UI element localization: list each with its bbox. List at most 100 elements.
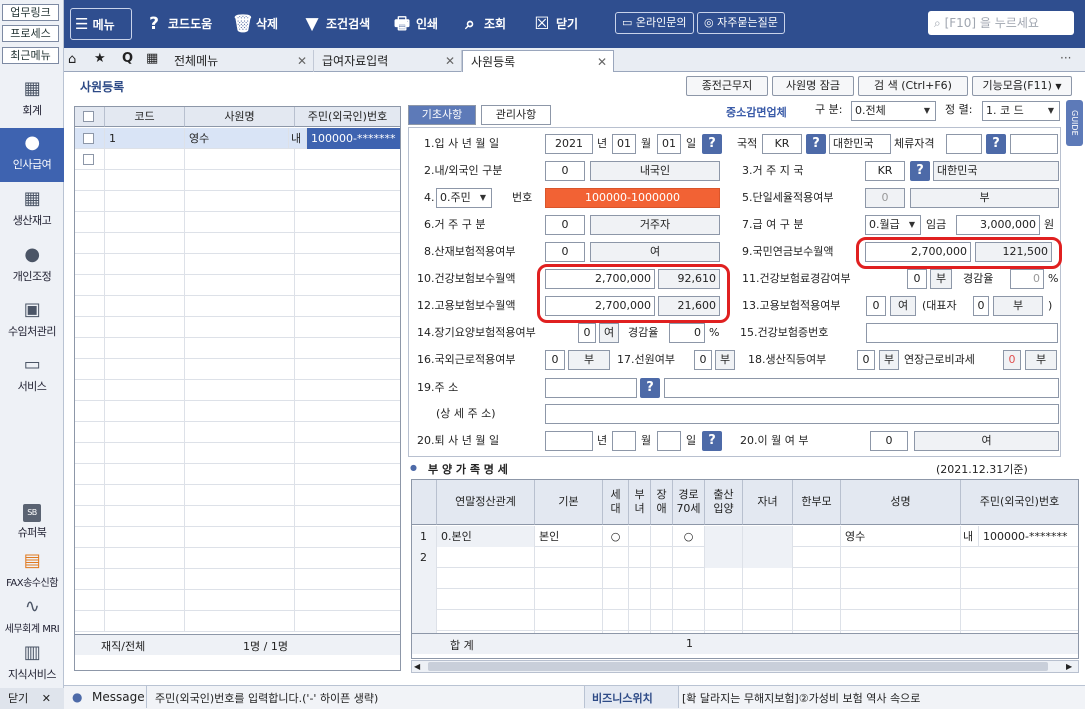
list-row[interactable] [75, 149, 400, 170]
single-rate-code-input[interactable]: 0 [865, 188, 905, 208]
arrow-right-icon[interactable]: ▶ [1066, 661, 1072, 672]
overtime-code-input[interactable]: 0 [1003, 350, 1021, 370]
list-item [75, 611, 400, 632]
nav-personal-adjust[interactable]: ● 개인조정 [0, 240, 64, 294]
nav-hr-payroll[interactable]: ● 인사급여 [0, 128, 64, 182]
functions-button[interactable]: 기능모음(F11) ▼ [972, 76, 1072, 96]
address-input[interactable] [664, 378, 1059, 398]
address-detail-input[interactable] [545, 404, 1059, 424]
close-button[interactable]: ☒ 닫기 [532, 9, 578, 39]
seaman-code-input[interactable]: 0 [694, 350, 712, 370]
prev-workplace-button[interactable]: 종전근무지 [686, 76, 768, 96]
resident-number-input[interactable]: 100000-1000000 [545, 188, 720, 208]
representative-code-input[interactable]: 0 [973, 296, 989, 316]
health-card-number-input[interactable] [866, 323, 1058, 343]
resign-year-input[interactable] [545, 431, 593, 451]
residency-code-input[interactable]: 0 [545, 215, 585, 235]
residence-country-input[interactable]: KR [865, 161, 905, 181]
question-icon[interactable]: ? [986, 134, 1006, 154]
resign-month-input[interactable] [612, 431, 636, 451]
question-icon[interactable]: ? [910, 161, 930, 181]
code-help-button[interactable]: ? 코드도움 [144, 9, 212, 39]
faq-button[interactable]: ◎ 자주묻는질문 [697, 12, 785, 34]
sort-select[interactable]: 1. 코 드 ▼ [982, 101, 1060, 121]
quick-search-icon[interactable]: Q [122, 51, 133, 66]
table-row[interactable]: 1 0.본인 본인 ○ ○ 영수 내 100000-******* [412, 526, 1078, 547]
chevron-down-icon: ▼ [479, 193, 487, 202]
hire-day-input[interactable]: 01 [657, 134, 681, 154]
tab-management-info[interactable]: 관리사항 [481, 105, 551, 125]
arrow-left-icon[interactable]: ◀ [414, 661, 420, 672]
category-select[interactable]: 0.전체 ▼ [851, 101, 936, 121]
scrollbar-thumb[interactable] [428, 662, 1048, 671]
question-icon[interactable]: ? [806, 134, 826, 154]
online-inquiry-button[interactable]: ▭ 온라인문의 [615, 12, 694, 34]
rail-close-button[interactable]: 닫기 ✕ [0, 688, 64, 709]
id-type-select[interactable]: 0.주민 ▼ [436, 188, 492, 208]
col-code: 코드 [105, 107, 185, 127]
more-icon[interactable]: ··· [1060, 51, 1071, 65]
filter-button[interactable]: ▼ 조건검색 [302, 9, 370, 39]
home-icon[interactable]: ⌂ [68, 52, 76, 67]
nav-accounting[interactable]: ▦ 회계 [0, 74, 64, 128]
carryover-code-input[interactable]: 0 [870, 431, 908, 451]
production-code-input[interactable]: 0 [857, 350, 875, 370]
tab-close-icon[interactable]: ✕ [445, 50, 455, 72]
work-link-button[interactable]: 업무링크 [2, 4, 59, 21]
ltc-rate-input[interactable]: 0 [669, 323, 705, 343]
hire-month-input[interactable]: 01 [612, 134, 636, 154]
wage-input[interactable]: 3,000,000 [956, 215, 1040, 235]
biz-watch-label[interactable]: 비즈니스위치 [592, 690, 653, 706]
tab-close-icon[interactable]: ✕ [297, 50, 307, 72]
ltc-code-input[interactable]: 0 [578, 323, 596, 343]
health-reduction-code-input[interactable]: 0 [907, 269, 927, 289]
nav-service[interactable]: ▭ 서비스 [0, 350, 64, 404]
print-button[interactable]: 🖶 인쇄 [392, 9, 438, 39]
printer-icon: 🖶 [393, 14, 411, 34]
employment-apply-code-input[interactable]: 0 [866, 296, 886, 316]
guide-tab[interactable]: GUIDE [1066, 100, 1083, 146]
tab-salary-input[interactable]: 급여자료입력 ✕ [314, 50, 462, 72]
row-checkbox[interactable] [83, 133, 94, 144]
table-row[interactable]: 2 [412, 547, 1078, 568]
select-all-checkbox[interactable] [83, 111, 94, 122]
zip-code-input[interactable] [545, 378, 637, 398]
global-search-input[interactable]: ⌕ [F10] 을 누르세요 [928, 11, 1074, 35]
search-ctrl-f6-button[interactable]: 검 색 (Ctrl+F6) [858, 76, 968, 96]
tab-close-icon[interactable]: ✕ [597, 51, 607, 73]
resign-day-input[interactable] [657, 431, 681, 451]
tab-employee-registration[interactable]: 사원등록 ✕ [462, 50, 614, 72]
tab-all-menu[interactable]: 전체메뉴 ✕ [166, 50, 314, 72]
delete-button[interactable]: 🗑 삭제 [232, 9, 278, 39]
table-row [412, 568, 1078, 589]
process-button[interactable]: 프로세스 [2, 25, 59, 42]
menu-button[interactable]: ☰ 메뉴 [70, 8, 132, 40]
list-row[interactable]: 1 영수 내 100000-******* [75, 128, 400, 149]
health-reduction-rate-input[interactable]: 0 [1010, 269, 1044, 289]
recent-menu-button[interactable]: 최근메뉴 [2, 47, 59, 64]
stay-status-input[interactable] [946, 134, 982, 154]
calendar-icon[interactable]: ▦ [146, 51, 158, 66]
biz-news-link[interactable]: [확 달라지는 무해지보험]②가성비 보험 역사 속으로 [682, 690, 920, 706]
nationality-code-input[interactable]: KR [762, 134, 802, 154]
horizontal-scrollbar[interactable]: ◀ ▶ [411, 660, 1079, 673]
pay-type-select[interactable]: 0.월급 ▼ [865, 215, 921, 235]
tab-basic-info[interactable]: 기초사항 [408, 105, 476, 125]
main-toolbar: ☰ 메뉴 ? 코드도움 🗑 삭제 ▼ 조건검색 🖶 인쇄 ⌕ 조회 ☒ 닫기 ▭ 온라인문의… [64, 0, 1085, 48]
nav-knowledge[interactable]: ▥ 지식서비스 [0, 638, 64, 692]
select-all-header[interactable] [75, 107, 105, 127]
overseas-code-input[interactable]: 0 [545, 350, 565, 370]
question-icon[interactable]: ? [702, 134, 722, 154]
hire-year-input[interactable]: 2021 [545, 134, 593, 154]
name-lock-button[interactable]: 사원명 잠금 [772, 76, 854, 96]
row-checkbox[interactable] [83, 154, 94, 165]
question-icon[interactable]: ? [640, 378, 660, 398]
magnifier-icon: ⌕ [465, 14, 475, 34]
question-icon[interactable]: ? [702, 431, 722, 451]
accident-insurance-code-input[interactable]: 0 [545, 242, 585, 262]
nav-production[interactable]: ▦ 생산재고 [0, 184, 64, 238]
star-icon[interactable]: ★ [94, 51, 106, 66]
lookup-button[interactable]: ⌕ 조회 [460, 9, 506, 39]
foreigner-code-input[interactable]: 0 [545, 161, 585, 181]
nav-client-mgmt[interactable]: ▣ 수임처관리 [0, 295, 64, 349]
